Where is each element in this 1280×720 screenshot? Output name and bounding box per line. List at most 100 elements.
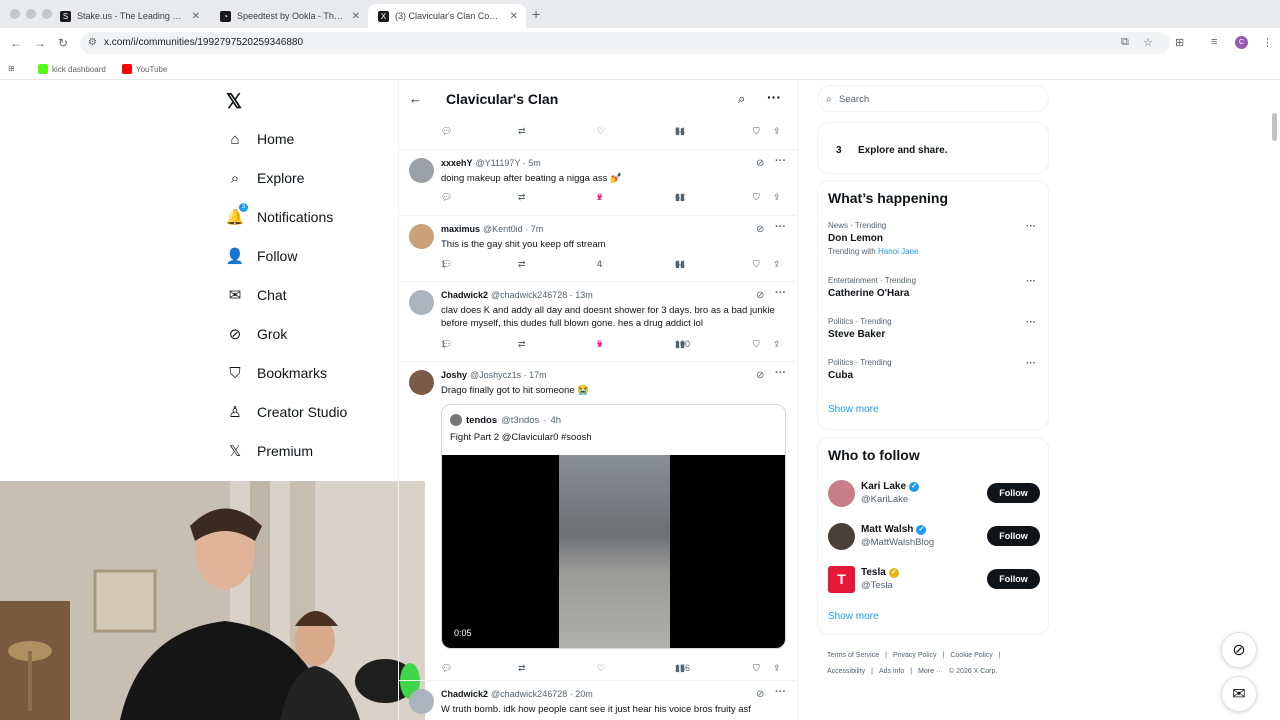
close-tab-icon[interactable]: ✕ xyxy=(192,11,200,22)
repost-icon[interactable]: ⇄ xyxy=(518,126,526,137)
follow-button[interactable]: Follow xyxy=(987,569,1040,589)
trend-item[interactable]: Politics · Trending Steve Baker ··· xyxy=(828,317,1040,340)
more-icon[interactable]: ··· xyxy=(767,89,781,105)
more-icon[interactable]: ··· xyxy=(1026,358,1036,369)
more-icon[interactable]: ··· xyxy=(1026,221,1036,232)
nav-explore[interactable]: ⌕ Explore xyxy=(226,169,305,187)
new-tab-icon[interactable]: + xyxy=(532,6,540,22)
nav-chat[interactable]: ✉ Chat xyxy=(226,286,287,304)
site-info-icon[interactable]: ⚙ xyxy=(88,32,97,54)
close-tab-icon[interactable]: ✕ xyxy=(510,11,518,22)
scrollbar-thumb[interactable] xyxy=(1272,113,1277,141)
apps-grid-icon[interactable]: ⊞ xyxy=(8,64,15,73)
avatar[interactable] xyxy=(409,370,434,395)
more-icon[interactable]: ··· xyxy=(1026,276,1036,287)
like-icon[interactable]: ♥ 2 xyxy=(597,192,602,202)
follow-suggestion[interactable]: T Tesla ✓ @Tesla Follow xyxy=(828,564,1040,594)
like-icon[interactable]: ♡ xyxy=(597,663,605,674)
reply-icon[interactable]: 💬︎ xyxy=(441,126,452,137)
post[interactable]: maximus @Kent0id · 7m ⊘ ··· This is the g… xyxy=(399,215,797,281)
quoted-post[interactable]: tendos @t3ndos · 4h Fight Part 2 @Clavicu… xyxy=(441,404,786,649)
repost-icon[interactable]: ⇄ xyxy=(518,259,526,270)
views-icon[interactable]: ▮▮ 156 xyxy=(675,663,690,674)
grok-icon[interactable]: ⊘ xyxy=(756,689,764,700)
grok-icon[interactable]: ⊘ xyxy=(756,224,764,235)
views-icon[interactable]: ▮▮ 64 xyxy=(675,259,685,270)
views-icon[interactable]: ▮▮ 100 xyxy=(675,339,690,350)
grok-icon[interactable]: ⊘ xyxy=(756,158,764,169)
bookmark-icon[interactable]: ⛉ xyxy=(753,192,760,203)
share-icon[interactable]: ⇪ xyxy=(773,126,781,137)
nav-bookmarks[interactable]: ⛉ Bookmarks xyxy=(226,364,327,382)
share-icon[interactable]: ⇪ xyxy=(773,663,781,674)
avatar[interactable] xyxy=(409,224,434,249)
bookmark-icon[interactable]: ⛉ xyxy=(753,126,760,137)
reply-icon[interactable]: 💬︎ 1 xyxy=(441,339,452,350)
post[interactable]: Chadwick2 @chadwick246728 · 13m ⊘ ··· cla… xyxy=(399,281,797,361)
reply-icon[interactable]: 💬︎ xyxy=(441,192,452,203)
nav-follow[interactable]: 👤 Follow xyxy=(226,247,298,265)
repost-icon[interactable]: ⇄ xyxy=(518,339,526,350)
video-player[interactable]: 0:05 xyxy=(442,455,785,648)
reply-icon[interactable]: 💬︎ xyxy=(441,663,452,674)
like-icon[interactable]: ♥ 5 xyxy=(597,339,602,349)
more-icon[interactable]: ··· xyxy=(775,367,786,379)
follow-suggestion[interactable]: Matt Walsh ✓ @MattWalshBlog Follow xyxy=(828,521,1040,551)
back-arrow-icon[interactable]: ← xyxy=(409,91,422,106)
back-icon[interactable]: ← xyxy=(10,36,22,50)
media-icon[interactable]: ≡ xyxy=(1211,36,1217,48)
grok-icon[interactable]: ⊘ xyxy=(756,370,764,381)
window-controls[interactable] xyxy=(10,9,52,19)
repost-icon[interactable]: ⇄ xyxy=(518,663,526,674)
share-icon[interactable]: ⇪ xyxy=(773,339,781,350)
bookmark-icon[interactable]: ⛉ xyxy=(753,339,760,350)
nav-home[interactable]: ⌂ Home xyxy=(226,130,294,148)
nav-premium[interactable]: 𝕏 Premium xyxy=(226,442,313,460)
avatar[interactable] xyxy=(828,523,855,550)
show-more-link[interactable]: Show more xyxy=(828,611,879,622)
more-icon[interactable]: ··· xyxy=(775,686,786,698)
x-logo-icon[interactable]: 𝕏 xyxy=(226,89,242,114)
bookmark-icon[interactable]: ⛉ xyxy=(753,663,760,674)
search-icon[interactable]: ⌕ xyxy=(738,91,745,107)
browser-tab-clan[interactable]: X (3) Clavicular's Clan Commu… ✕ xyxy=(368,4,526,28)
bookmark-star-icon[interactable]: ☆ xyxy=(1143,36,1153,49)
url-bar[interactable]: ⚙ x.com/i/communities/199279752025934688… xyxy=(80,32,1170,54)
browser-tab-stake[interactable]: S Stake.us - The Leading Soci… ✕ xyxy=(50,4,208,28)
nav-notifications[interactable]: 🔔 3 Notifications xyxy=(226,203,333,226)
grok-fab-icon[interactable]: ⊘ xyxy=(1221,632,1257,668)
views-icon[interactable]: ▮▮ 62 xyxy=(675,192,685,203)
follow-button[interactable]: Follow xyxy=(987,526,1040,546)
avatar[interactable] xyxy=(409,689,434,714)
forward-icon[interactable]: → xyxy=(34,36,46,50)
views-icon[interactable]: ▮▮ 54 xyxy=(675,126,685,137)
reload-icon[interactable]: ↻ xyxy=(58,36,68,50)
search-input[interactable]: ⌕ Search xyxy=(817,85,1049,112)
reply-icon[interactable]: 💬︎ 1 xyxy=(441,259,452,270)
avatar[interactable] xyxy=(828,480,855,507)
post[interactable]: Joshy @Joshycz1s · 17m ⊘ ··· Drago finall… xyxy=(399,361,797,679)
follow-button[interactable]: Follow xyxy=(987,483,1040,503)
avatar[interactable] xyxy=(409,290,434,315)
messages-fab-icon[interactable]: ✉ xyxy=(1221,676,1257,712)
show-more-link[interactable]: Show more xyxy=(828,404,879,415)
tesla-logo-icon[interactable]: T xyxy=(828,566,855,593)
extensions-icon[interactable]: ⊞ xyxy=(1175,36,1184,49)
avatar[interactable] xyxy=(409,158,434,183)
more-icon[interactable]: ··· xyxy=(775,221,786,233)
menu-icon[interactable]: ⋮ xyxy=(1262,36,1273,49)
more-icon[interactable]: ··· xyxy=(775,155,786,167)
close-tab-icon[interactable]: ✕ xyxy=(352,11,360,22)
post[interactable]: xxxehY @Y11197Y · 5m ⊘ ··· doing makeup a… xyxy=(399,149,797,215)
trend-item[interactable]: News · Trending Don Lemon Trending with … xyxy=(828,221,1040,256)
trend-item[interactable]: Entertainment · Trending Catherine O'Har… xyxy=(828,276,1040,299)
bookmark-kick[interactable]: kick dashboard xyxy=(38,64,106,74)
cast-icon[interactable]: ⧉ xyxy=(1121,36,1129,49)
repost-icon[interactable]: ⇄ xyxy=(518,192,526,203)
nav-grok[interactable]: ⊘ Grok xyxy=(226,325,288,343)
share-icon[interactable]: ⇪ xyxy=(773,259,781,270)
bookmark-icon[interactable]: ⛉ xyxy=(753,259,760,270)
follow-suggestion[interactable]: Kari Lake ✓ @KariLake Follow xyxy=(828,478,1040,508)
browser-tab-speedtest[interactable]: ◔ Speedtest by Ookla - The Gl… ✕ xyxy=(210,4,368,28)
bookmark-youtube[interactable]: YouTube xyxy=(122,64,167,74)
